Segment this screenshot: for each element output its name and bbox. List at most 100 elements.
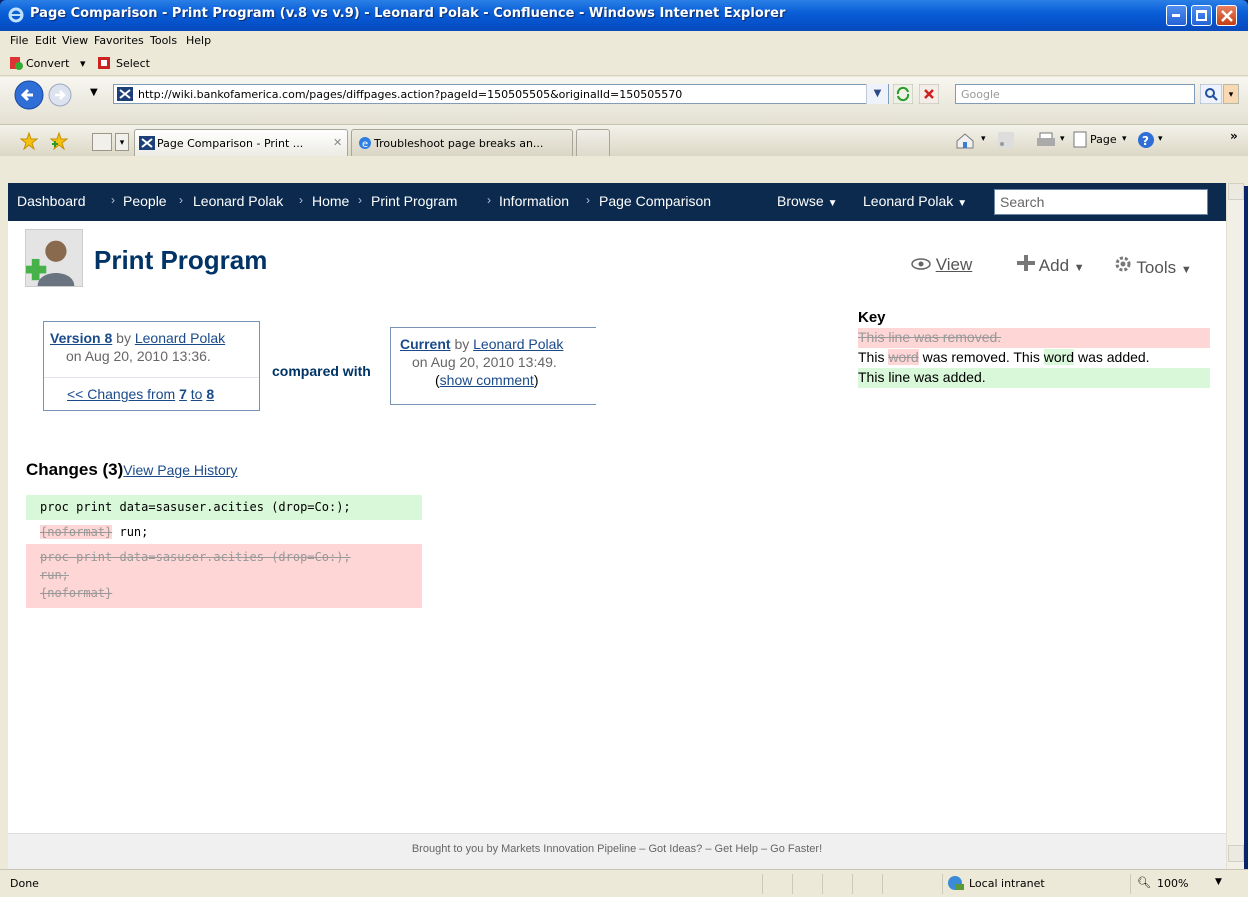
forward-button[interactable]: [48, 83, 72, 107]
intranet-globe-icon: [948, 876, 964, 890]
print-dropdown-icon[interactable]: ▾: [1060, 134, 1065, 144]
svg-text:?: ?: [1142, 134, 1149, 148]
diff-mixed-line: {noformat} run;: [40, 525, 149, 539]
status-pane: [882, 874, 942, 894]
zoom-dropdown-icon: ▼: [1215, 877, 1222, 887]
menu-tools[interactable]: Tools: [150, 34, 177, 47]
key-word-line: This word was removed. This word was add…: [858, 349, 1150, 365]
changes-from-link[interactable]: << Changes from 7 to 8: [67, 386, 214, 402]
user-menu[interactable]: Leonard Polak ▼: [863, 193, 967, 209]
scroll-up-icon[interactable]: [1228, 183, 1244, 200]
menu-view[interactable]: View: [62, 34, 88, 47]
zoom-control[interactable]: 🔍︎ 100% ▼: [1130, 874, 1240, 894]
chevron-more-icon[interactable]: »: [1230, 129, 1238, 143]
add-button[interactable]: Add ▼: [1017, 255, 1085, 276]
key-heading: Key: [858, 309, 886, 326]
breadcrumb-home[interactable]: Home: [312, 193, 349, 209]
status-text: Done: [10, 877, 39, 890]
page-title: Print Program: [94, 245, 268, 275]
history-dropdown-icon[interactable]: ▼: [90, 87, 98, 98]
breadcrumb-separator-icon: ›: [487, 193, 491, 207]
window-title-bar[interactable]: Page Comparison - Print Program (v.8 vs …: [0, 0, 1248, 31]
search-options-icon[interactable]: ▾: [1223, 84, 1239, 104]
breadcrumb-separator-icon: ›: [179, 193, 183, 207]
refresh-icon[interactable]: [893, 84, 913, 104]
vertical-scrollbar[interactable]: [1226, 183, 1244, 869]
minimize-button[interactable]: [1166, 5, 1187, 26]
menu-help[interactable]: Help: [186, 34, 211, 47]
status-bar: Done Local intranet 🔍︎ 100% ▼: [0, 869, 1248, 897]
tab-page-comparison[interactable]: Page Comparison - Print ... ✕: [134, 129, 348, 156]
current-version-link[interactable]: Current: [400, 336, 451, 352]
address-bar[interactable]: http://wiki.bankofamerica.com/pages/diff…: [113, 84, 889, 104]
quick-tabs-icon[interactable]: [92, 133, 112, 151]
close-icon: [1221, 10, 1233, 22]
home-dropdown-icon[interactable]: ▾: [981, 134, 986, 144]
compared-with-label: compared with: [272, 363, 371, 379]
add-dropdown-icon: ▼: [1073, 262, 1085, 274]
browser-search-input[interactable]: Google: [955, 84, 1195, 104]
back-button[interactable]: [14, 80, 44, 110]
address-dropdown-icon[interactable]: ▼: [866, 84, 888, 104]
tab-list-dropdown-icon[interactable]: ▾: [115, 133, 129, 151]
tools-dropdown-icon: ▼: [1180, 264, 1192, 276]
maximize-button[interactable]: [1191, 5, 1212, 26]
old-version-author-link[interactable]: Leonard Polak: [135, 330, 225, 346]
version-8-link[interactable]: Version 8: [50, 330, 112, 346]
window-title: Page Comparison - Print Program (v.8 vs …: [30, 6, 786, 21]
zoom-icon: 🔍︎: [1137, 876, 1151, 889]
close-window-button[interactable]: [1216, 5, 1237, 26]
breadcrumb-dashboard[interactable]: Dashboard: [17, 193, 86, 209]
svg-text:e: e: [362, 139, 368, 150]
diff-key: Key This line was removed. This word was…: [858, 309, 1210, 388]
view-page-history-link[interactable]: View Page History: [123, 462, 237, 478]
browse-menu[interactable]: Browse ▼: [777, 193, 837, 209]
tab-troubleshoot[interactable]: e Troubleshoot page breaks an...: [351, 129, 573, 156]
menu-favorites[interactable]: Favorites: [94, 34, 144, 47]
confluence-search-input[interactable]: Search: [994, 189, 1208, 215]
add-favorites-icon[interactable]: [50, 132, 68, 150]
user-avatar-icon: [25, 229, 83, 287]
close-tab-icon[interactable]: ✕: [333, 136, 342, 149]
tools-button[interactable]: Tools ▼: [1114, 255, 1192, 278]
menu-bar: File Edit View Favorites Tools Help: [0, 31, 1248, 51]
help-dropdown-icon[interactable]: ▾: [1158, 134, 1163, 144]
search-icon[interactable]: [1200, 84, 1222, 104]
convert-button[interactable]: Convert: [26, 57, 70, 70]
show-comment-link[interactable]: show comment: [440, 372, 534, 388]
breadcrumb-print-program[interactable]: Print Program: [371, 193, 457, 209]
tab-row: ▾ Page Comparison - Print ... ✕ e Troubl…: [0, 125, 1248, 156]
site-favicon-icon: [139, 136, 155, 150]
page-dropdown-icon[interactable]: ▾: [1122, 134, 1127, 144]
convert-dropdown-icon[interactable]: ▾: [80, 57, 86, 70]
favorites-star-icon[interactable]: [20, 132, 38, 150]
scroll-down-icon[interactable]: [1228, 845, 1244, 862]
confluence-header: Dashboard › People › Leonard Polak › Hom…: [8, 183, 1226, 221]
breadcrumb-page-comparison[interactable]: Page Comparison: [599, 193, 711, 209]
status-pane: [822, 874, 852, 894]
menu-file[interactable]: File: [10, 34, 28, 47]
help-icon[interactable]: ?: [1137, 131, 1155, 149]
print-icon[interactable]: [1036, 131, 1056, 149]
page-icon: [1073, 131, 1087, 148]
breadcrumb-separator-icon: ›: [299, 193, 303, 207]
security-zone[interactable]: Local intranet: [942, 874, 1110, 894]
stop-icon[interactable]: [919, 84, 939, 104]
status-pane: [792, 874, 822, 894]
view-button[interactable]: View: [911, 255, 972, 275]
breadcrumb-leonard-polak[interactable]: Leonard Polak: [193, 193, 283, 209]
home-icon[interactable]: [955, 131, 975, 149]
key-removed-line: This line was removed.: [858, 329, 1002, 345]
breadcrumb-separator-icon: ›: [586, 193, 590, 207]
breadcrumb-information[interactable]: Information: [499, 193, 569, 209]
feeds-icon[interactable]: [998, 132, 1014, 148]
browser-chrome: File Edit View Favorites Tools Help Conv…: [0, 31, 1248, 186]
select-button[interactable]: Select: [116, 57, 150, 70]
page-menu[interactable]: Page: [1090, 133, 1117, 146]
new-tab-button[interactable]: [576, 129, 610, 156]
breadcrumb-people[interactable]: People: [123, 193, 167, 209]
gear-icon: [1115, 256, 1131, 272]
current-version-author-link[interactable]: Leonard Polak: [473, 336, 563, 352]
add-icon: [1017, 255, 1035, 271]
menu-edit[interactable]: Edit: [35, 34, 56, 47]
